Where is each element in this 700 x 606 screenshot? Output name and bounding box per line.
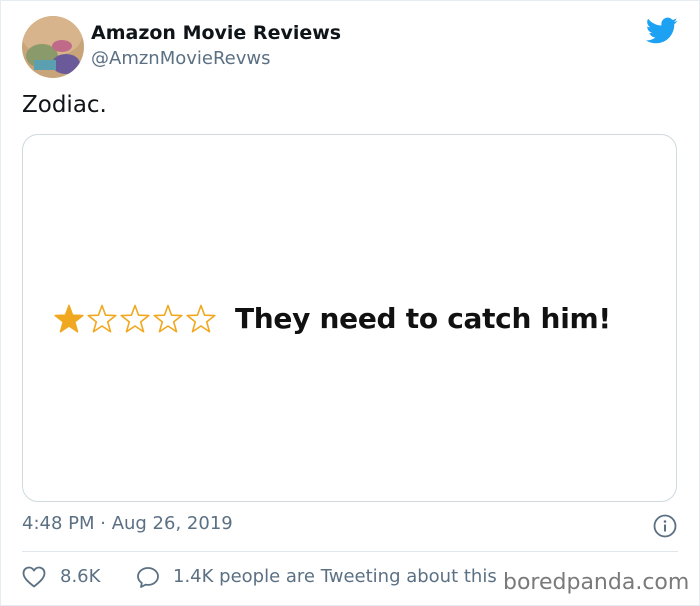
star-rating	[54, 304, 216, 333]
tweet-timestamp[interactable]: 4:48 PM · Aug 26, 2019	[22, 513, 233, 534]
star-empty-icon	[186, 304, 216, 333]
review-title: They need to catch him!	[235, 302, 611, 335]
watermark: boredpanda.com	[503, 570, 690, 595]
speech-bubble-icon[interactable]	[136, 566, 160, 589]
like-count[interactable]: 8.6K	[60, 566, 100, 587]
divider	[22, 551, 678, 552]
author-handle[interactable]: @AmznMovieRevws	[91, 48, 271, 69]
star-filled-icon	[54, 304, 84, 333]
heart-icon[interactable]	[22, 566, 46, 588]
twitter-bird-icon[interactable]	[646, 17, 678, 45]
author-name[interactable]: Amazon Movie Reviews	[91, 22, 341, 44]
star-empty-icon	[153, 304, 183, 333]
tweeting-count[interactable]: 1.4K people are Tweeting about this	[173, 566, 497, 587]
tweet-text: Zodiac.	[22, 92, 107, 118]
avatar-image	[22, 16, 84, 78]
star-empty-icon	[87, 304, 117, 333]
star-empty-icon	[120, 304, 150, 333]
info-icon[interactable]	[653, 514, 677, 538]
avatar[interactable]	[22, 16, 84, 78]
